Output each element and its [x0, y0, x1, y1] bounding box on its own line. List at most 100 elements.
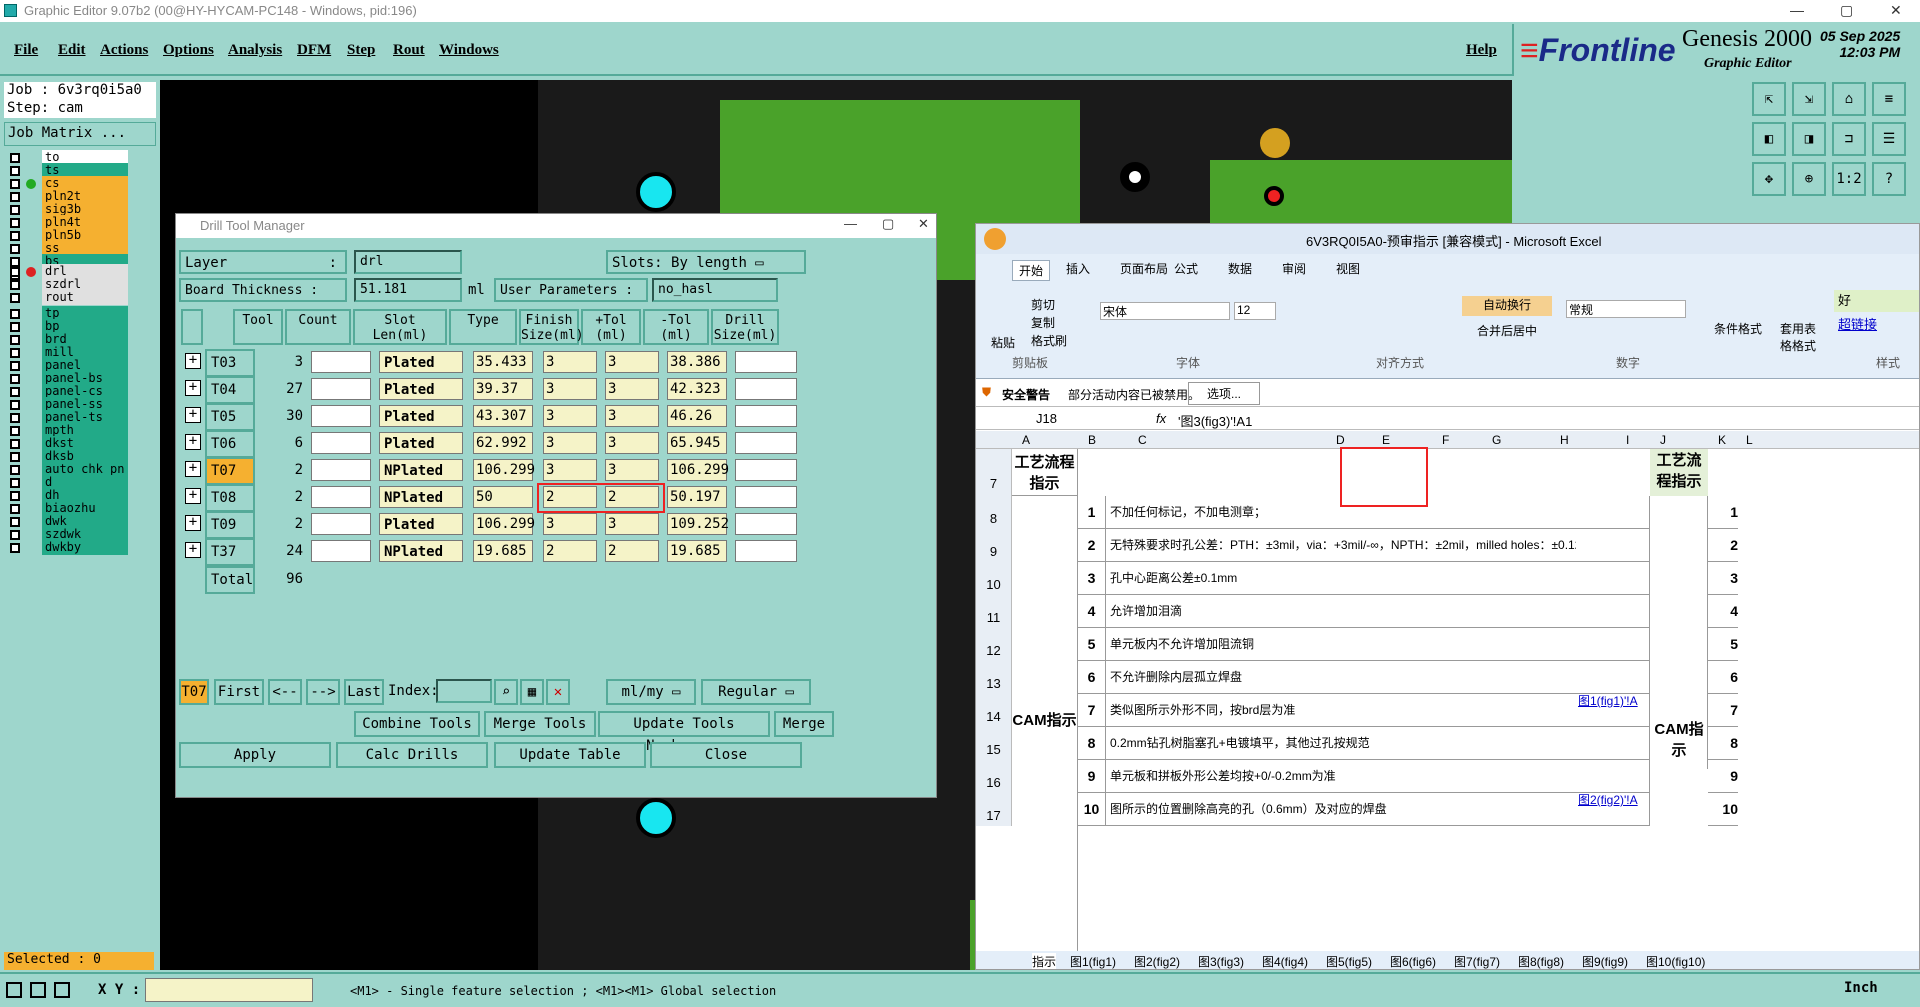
plus-tol-input[interactable]: 2 — [543, 540, 597, 562]
layer-checkbox[interactable] — [10, 293, 20, 303]
options-button[interactable]: 选项... — [1188, 382, 1261, 405]
last-button[interactable]: Last — [344, 679, 384, 705]
pan-right-icon[interactable]: ◨ — [1792, 122, 1826, 156]
layer-checkbox[interactable] — [10, 439, 20, 449]
formula-input[interactable]: '图3(fig3)'!A1 — [1178, 411, 1252, 430]
minus-tol-input[interactable]: 3 — [605, 432, 659, 454]
layer-checkbox[interactable] — [10, 400, 20, 410]
snap-icon[interactable] — [30, 982, 46, 998]
slot-len-input[interactable] — [311, 540, 371, 562]
drill-size-input[interactable]: 46.26 — [667, 405, 727, 427]
drill-des-input[interactable] — [735, 459, 797, 481]
finish-size-input[interactable]: 62.992 — [473, 432, 533, 454]
bus-icon[interactable]: ☰ — [1872, 122, 1906, 156]
type-select[interactable]: Plated — [379, 513, 463, 535]
close-icon[interactable]: ✕ — [1890, 2, 1902, 19]
layer-checkbox[interactable] — [10, 452, 20, 462]
layer-checkbox[interactable] — [10, 465, 20, 475]
zoom-home-icon[interactable]: ⇱ — [1752, 82, 1786, 116]
grid-icon[interactable] — [54, 982, 70, 998]
menu-help[interactable]: Help — [1466, 42, 1497, 59]
sheet-tab[interactable]: 图2(fig2) — [1134, 953, 1180, 969]
office-button-icon[interactable] — [984, 228, 1006, 250]
font-size-select[interactable]: 12 — [1234, 302, 1276, 320]
plus-tol-input[interactable]: 3 — [543, 351, 597, 373]
tool-cell[interactable]: T03 — [205, 349, 255, 377]
layer-checkbox[interactable] — [10, 517, 20, 527]
drill-size-input[interactable]: 106.299 — [667, 459, 729, 481]
close-icon[interactable]: ✕ — [918, 216, 929, 232]
drill-size-input[interactable]: 38.386 — [667, 351, 727, 373]
finish-size-input[interactable]: 19.685 — [473, 540, 533, 562]
layer-checkbox[interactable] — [10, 361, 20, 371]
column-header[interactable]: I — [1626, 433, 1629, 447]
layer-checkbox[interactable] — [10, 205, 20, 215]
xy-input[interactable] — [145, 978, 313, 1002]
tool-cell[interactable]: T09 — [205, 511, 255, 539]
apply-button[interactable]: Apply — [179, 742, 331, 768]
layer-checkbox[interactable] — [10, 530, 20, 540]
help-icon[interactable]: ? — [1872, 162, 1906, 196]
ribbon-tab[interactable]: 公式 — [1174, 260, 1198, 277]
function-icon[interactable]: fx — [1156, 411, 1166, 426]
column-header[interactable]: E — [1382, 433, 1390, 447]
column-header[interactable]: J — [1660, 433, 1666, 447]
type-select[interactable]: NPlated — [379, 486, 463, 508]
minus-tol-input[interactable]: 2 — [605, 540, 659, 562]
type-select[interactable]: Plated — [379, 405, 463, 427]
expand-icon[interactable]: + — [185, 461, 201, 477]
layer-checkbox[interactable] — [10, 231, 20, 241]
layer-checkbox[interactable] — [10, 335, 20, 345]
job-matrix-button[interactable]: Job Matrix ... — [4, 122, 156, 146]
center-icon[interactable]: ⊕ — [1792, 162, 1826, 196]
ribbon-tab[interactable]: 插入 — [1066, 260, 1090, 277]
layer-checkbox[interactable] — [10, 426, 20, 436]
minus-tol-input[interactable]: 3 — [605, 459, 659, 481]
layer-checkbox[interactable] — [10, 374, 20, 384]
layer-checkbox[interactable] — [10, 179, 20, 189]
sheet-tab[interactable]: 图4(fig4) — [1262, 953, 1308, 969]
fig-link[interactable] — [1576, 562, 1650, 595]
fig-link[interactable] — [1576, 661, 1650, 694]
layer-checkbox[interactable] — [10, 166, 20, 176]
layer-checkbox[interactable] — [10, 491, 20, 501]
type-select[interactable]: NPlated — [379, 540, 463, 562]
layer-input[interactable]: drl — [354, 250, 462, 274]
expand-icon[interactable]: + — [185, 434, 201, 450]
units-button[interactable]: Inch — [1844, 980, 1904, 996]
user-params-input[interactable]: no_hasl — [652, 278, 778, 302]
column-header[interactable]: C — [1138, 433, 1147, 447]
plus-tol-input[interactable]: 3 — [543, 513, 597, 535]
layer-checkbox[interactable] — [10, 322, 20, 332]
drill-size-input[interactable]: 65.945 — [667, 432, 727, 454]
type-select[interactable]: Plated — [379, 351, 463, 373]
mode-select[interactable]: Regular ▭ — [701, 679, 811, 705]
style-hyperlink[interactable]: 超链接 — [1834, 314, 1919, 336]
column-header[interactable]: G — [1492, 433, 1501, 447]
tool-cell[interactable]: T37 — [205, 538, 255, 566]
layer-checkbox[interactable] — [10, 348, 20, 358]
close-button[interactable]: Close — [650, 742, 802, 768]
minus-tol-input[interactable]: 3 — [605, 513, 659, 535]
type-select[interactable]: Plated — [379, 378, 463, 400]
menu-dfm[interactable]: DFM — [297, 42, 331, 59]
slot-len-input[interactable] — [311, 378, 371, 400]
plus-tol-input[interactable]: 3 — [543, 459, 597, 481]
slot-len-input[interactable] — [311, 513, 371, 535]
layer-checkbox[interactable] — [10, 387, 20, 397]
column-header[interactable]: A — [1022, 433, 1030, 447]
menu-options[interactable]: Options — [163, 42, 214, 59]
units-select[interactable]: ml/my ▭ — [606, 679, 696, 705]
sheet-tab[interactable]: 图6(fig6) — [1390, 953, 1436, 969]
move-icon[interactable]: ✥ — [1752, 162, 1786, 196]
fig-link[interactable] — [1576, 628, 1650, 661]
fig-link[interactable]: 图2(fig2)'!A — [1576, 793, 1650, 826]
menu-windows[interactable]: Windows — [439, 42, 499, 59]
maximize-icon[interactable]: ▢ — [882, 216, 894, 232]
expand-icon[interactable]: + — [185, 353, 201, 369]
layer-checkbox[interactable] — [10, 267, 20, 277]
tool-cell[interactable]: T04 — [205, 376, 255, 404]
menu-step[interactable]: Step — [347, 42, 375, 59]
number-format-select[interactable]: 常规 — [1566, 300, 1686, 318]
sheet-tab[interactable]: 图3(fig3) — [1198, 953, 1244, 969]
